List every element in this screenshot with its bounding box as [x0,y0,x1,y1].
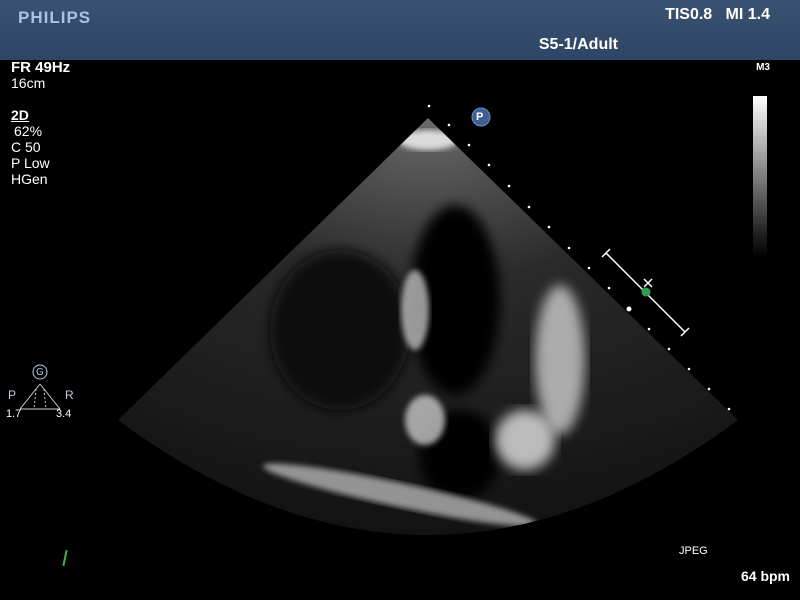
right-ventricle-cavity [270,250,410,410]
focus-widget: P R 1.7 3.4 [0,362,80,422]
format-tag: JPEG [679,545,708,557]
echo-sector-image [19,104,738,535]
heart-rate: 64 bpm [740,568,790,584]
persistence: P Low [11,155,50,171]
mode-2d: 2D [11,107,29,123]
harmonics: HGen [11,171,48,187]
focus-right-value: 3.4 [56,408,72,420]
valve-echo [405,395,445,445]
orientation-marker-label: P [476,111,484,123]
focus-left-value: 1.7 [6,408,22,420]
gray-map-label: M3 [756,62,770,73]
depth: 16cm [11,75,46,91]
focus-right-label: R [65,388,74,402]
gain: 62% [14,123,43,139]
grayscale-bar [753,96,767,258]
frame-rate: FR 49Hz [11,59,71,76]
ultrasound-screen: PHILIPS TIS0.8 MI 1.4 S5-1/Adult P G FR … [0,0,800,600]
focus-dot [641,287,651,297]
focus-left-label: P [8,388,17,402]
lateral-wall-echo [535,285,585,435]
septum-echo [401,270,429,350]
mitral-annulus-echo [495,410,555,470]
near-field-echo [398,130,458,150]
compression: C 50 [11,139,41,155]
